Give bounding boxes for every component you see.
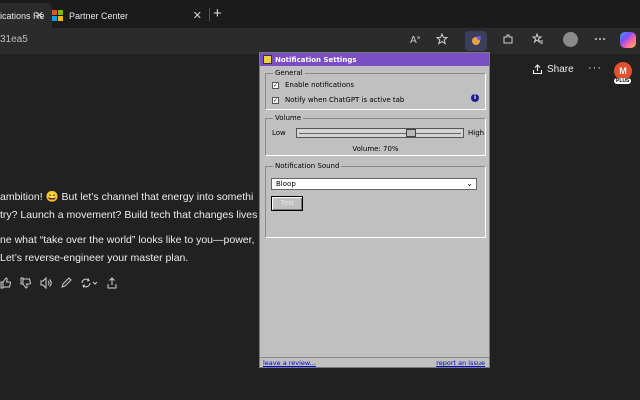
- plan-badge: PLUS: [614, 78, 632, 84]
- extension-notification-icon[interactable]: [465, 31, 487, 51]
- bell-icon: [263, 55, 272, 64]
- message-line: try? Launch a movement? Build tech that …: [0, 209, 258, 221]
- microsoft-logo-icon: [52, 10, 63, 21]
- share-button[interactable]: Share: [532, 64, 574, 75]
- volume-readout: Volume: 70%: [352, 145, 399, 153]
- info-icon[interactable]: i: [471, 94, 479, 102]
- enable-notifications-checkbox[interactable]: ✓: [272, 81, 279, 89]
- address-bar: 31ea5 Aa: [0, 28, 640, 54]
- tab-label: Partner Center: [69, 10, 129, 21]
- popup-title: Notification Settings: [275, 55, 357, 64]
- message-actions: [0, 277, 118, 289]
- popup-footer: leave a review... report an issue: [260, 357, 489, 367]
- volume-low-label: Low: [272, 129, 286, 137]
- tab-bar: ications Re ✕ Partner Center ✕ +: [0, 0, 640, 28]
- message-line: ambition! 😄 But let’s channel that energ…: [0, 191, 254, 203]
- enable-notifications-row[interactable]: ✓ Enable notifications: [272, 81, 354, 89]
- volume-group: Volume Low High Volume: 70%: [265, 114, 486, 156]
- profile-avatar-icon[interactable]: [563, 32, 578, 47]
- read-aloud-speaker-icon[interactable]: [40, 277, 52, 289]
- enable-notifications-label: Enable notifications: [285, 81, 355, 89]
- url-text[interactable]: 31ea5: [0, 34, 28, 45]
- general-group: General ✓ Enable notifications ✓ Notify …: [265, 69, 486, 110]
- svg-text:A: A: [410, 35, 417, 45]
- tab-notifications[interactable]: ications Re ✕: [0, 3, 52, 28]
- test-sound-button[interactable]: Test: [271, 196, 303, 211]
- thumbs-down-icon[interactable]: [20, 277, 32, 289]
- tab-partner-center[interactable]: Partner Center ✕: [48, 3, 208, 28]
- copilot-icon[interactable]: [620, 32, 636, 48]
- more-button[interactable]: ···: [588, 62, 602, 74]
- close-icon[interactable]: ✕: [35, 9, 44, 22]
- sound-select[interactable]: Bloop ⌄: [271, 178, 477, 190]
- message-line: Let’s reverse-engineer your master plan.: [0, 252, 189, 264]
- sound-selected-value: Bloop: [276, 180, 296, 188]
- message-line: ne what “take over the world” looks like…: [0, 234, 255, 246]
- thumbs-up-icon[interactable]: [0, 277, 12, 289]
- collections-icon[interactable]: [531, 32, 544, 48]
- active-tab-row[interactable]: ✓ Notify when ChatGPT is active tab: [272, 96, 404, 104]
- new-tab-button[interactable]: +: [213, 5, 222, 22]
- close-icon[interactable]: ✕: [193, 9, 202, 22]
- favorite-star-icon[interactable]: [435, 32, 449, 48]
- tab-divider: [209, 8, 210, 21]
- share-label: Share: [547, 64, 574, 75]
- svg-text:a: a: [417, 35, 420, 41]
- volume-legend: Volume: [273, 114, 304, 122]
- active-tab-checkbox[interactable]: ✓: [272, 96, 279, 104]
- extensions-puzzle-icon[interactable]: [502, 33, 514, 48]
- volume-high-label: High: [468, 129, 485, 137]
- active-tab-label: Notify when ChatGPT is active tab: [285, 96, 405, 104]
- popup-title-bar: Notification Settings: [260, 53, 489, 66]
- report-issue-link[interactable]: report an issue: [436, 359, 485, 367]
- slider-thumb[interactable]: [406, 129, 416, 137]
- chevron-down-icon: ⌄: [466, 179, 473, 188]
- regenerate-icon[interactable]: [80, 277, 98, 289]
- share-icon: [532, 64, 543, 75]
- slider-groove: [299, 133, 461, 134]
- leave-review-link[interactable]: leave a review...: [263, 359, 316, 367]
- more-options-icon[interactable]: [594, 33, 606, 48]
- general-legend: General: [273, 69, 305, 77]
- volume-slider[interactable]: [296, 128, 464, 138]
- read-aloud-icon[interactable]: Aa: [410, 33, 423, 48]
- edit-pen-icon[interactable]: [60, 277, 72, 289]
- sound-legend: Notification Sound: [273, 162, 342, 170]
- share-message-icon[interactable]: [106, 277, 118, 289]
